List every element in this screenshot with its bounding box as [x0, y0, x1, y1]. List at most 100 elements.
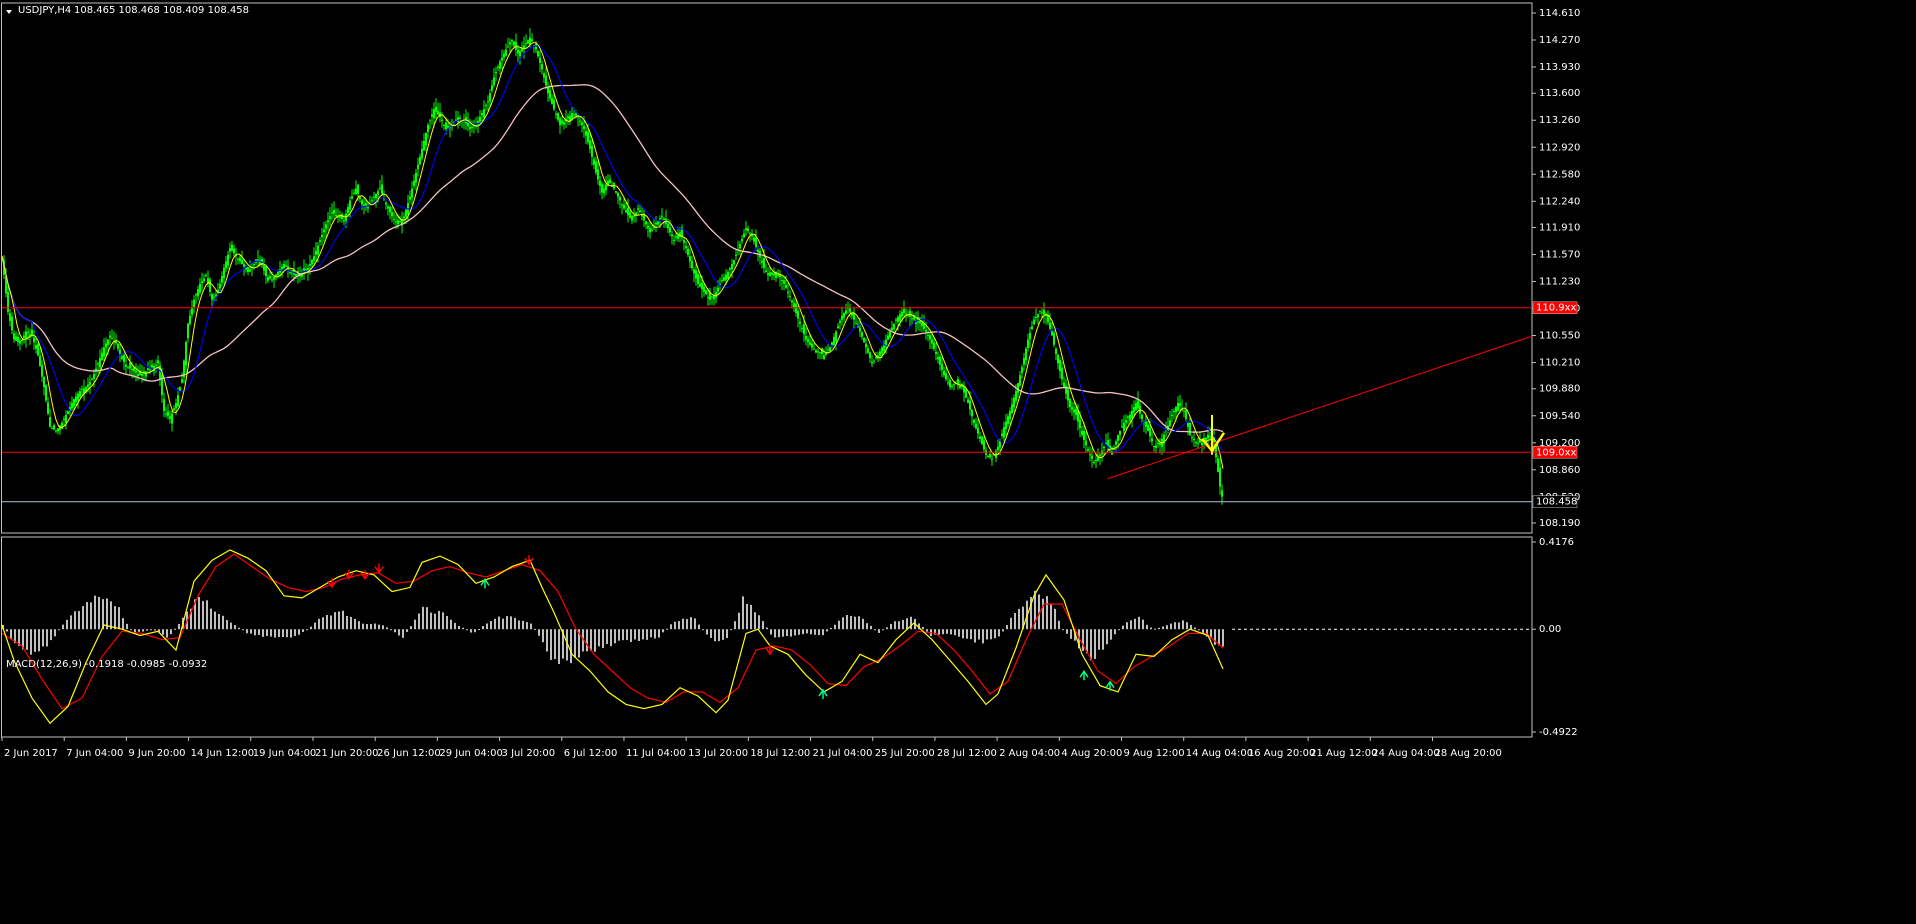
candle-body: [1099, 454, 1101, 457]
candle-body: [63, 418, 65, 420]
candle-body: [983, 440, 985, 450]
macd-tick-label: 0.4176: [1539, 537, 1574, 548]
candle-body: [347, 207, 349, 214]
candle-body: [269, 276, 271, 279]
histogram-bar: [226, 620, 228, 630]
candle-body: [721, 279, 723, 281]
candle-body: [327, 220, 329, 223]
histogram-bar: [402, 629, 404, 638]
candle-body: [209, 279, 211, 292]
candle-body: [377, 191, 379, 195]
candle-body: [1017, 383, 1019, 393]
histogram-bar: [1066, 629, 1068, 634]
candle-body: [933, 342, 935, 349]
candle-body: [743, 233, 745, 238]
histogram-bar: [570, 629, 572, 664]
candle-body: [107, 339, 109, 345]
histogram-bar: [410, 626, 412, 630]
histogram-bar: [986, 629, 988, 640]
histogram-bar: [458, 625, 460, 630]
candle-body: [733, 260, 735, 265]
histogram-bar: [950, 629, 952, 635]
candle-body: [1175, 407, 1177, 413]
histogram-bar: [834, 624, 836, 630]
candle-body: [15, 336, 17, 341]
candle-body: [181, 379, 183, 383]
histogram-bar: [518, 620, 520, 630]
histogram-bar: [858, 616, 860, 630]
candle-body: [517, 49, 519, 54]
histogram-bar: [286, 629, 288, 638]
candle-body: [1053, 333, 1055, 345]
candle-body: [835, 331, 837, 342]
candle-body: [121, 356, 123, 360]
candle-body: [1089, 454, 1091, 456]
candle-body: [81, 388, 83, 390]
candle-body: [541, 64, 543, 70]
candle-body: [943, 370, 945, 376]
histogram-bar: [406, 629, 408, 632]
chart-canvas[interactable]: 114.610 114.270 113.930 113.600 113.260 112.9…: [0, 0, 1916, 924]
candle-body: [89, 381, 91, 386]
candle-body: [219, 283, 221, 289]
candle-body: [195, 294, 197, 296]
histogram-bar: [758, 615, 760, 630]
price-tag-label: 110.9xx: [1536, 303, 1577, 314]
histogram-bar: [70, 615, 72, 630]
candle-body: [263, 264, 265, 271]
histogram-bar: [778, 629, 780, 638]
candle-body: [1023, 358, 1025, 365]
candle-body: [739, 244, 741, 249]
candle-body: [213, 296, 215, 298]
candle-body: [41, 365, 43, 377]
ohlc-readout: 108.465 108.468 108.409 108.458: [74, 5, 249, 16]
candle-body: [511, 40, 513, 42]
candle-body: [803, 324, 805, 335]
histogram-bar: [446, 615, 448, 630]
candle-body: [323, 229, 325, 233]
histogram-bar: [114, 606, 116, 630]
histogram-bar: [814, 629, 816, 635]
candle-body: [687, 248, 689, 255]
histogram-bar: [634, 629, 636, 640]
candle-body: [167, 411, 169, 417]
candle-body: [623, 204, 625, 209]
time-tick-label: 24 Aug 04:00: [1372, 748, 1439, 759]
candle-body: [143, 371, 145, 373]
histogram-bar: [198, 596, 200, 630]
candle-body: [627, 208, 629, 216]
candle-body: [329, 216, 331, 219]
histogram-bar: [386, 627, 388, 630]
histogram-bar: [850, 615, 852, 630]
candle-body: [811, 343, 813, 348]
mt4-chart-window[interactable]: 114.610 114.270 113.930 113.600 113.260 112.9…: [0, 0, 1916, 924]
candle-body: [197, 289, 199, 297]
candle-body: [573, 114, 575, 116]
candle-body: [767, 273, 769, 276]
candle-body: [1185, 410, 1187, 419]
histogram-bar: [670, 624, 672, 630]
candle-body: [169, 416, 171, 419]
candle-body: [671, 234, 673, 237]
candle-body: [1147, 424, 1149, 431]
histogram-bar: [298, 629, 300, 635]
candle-body: [373, 196, 375, 198]
candle-body: [1029, 332, 1031, 340]
candle-body: [649, 228, 651, 233]
candle-body: [939, 356, 941, 365]
histogram-bar: [62, 624, 64, 630]
candle-body: [953, 384, 955, 386]
histogram-bar: [6, 629, 8, 632]
histogram-bar: [94, 595, 96, 630]
histogram-bar: [494, 618, 496, 630]
candle-body: [1221, 490, 1223, 497]
histogram-bar: [338, 611, 340, 630]
candle-body: [965, 388, 967, 398]
candle-body: [309, 264, 311, 266]
histogram-bar: [626, 629, 628, 641]
candle-body: [489, 93, 491, 102]
histogram-bar: [830, 627, 832, 630]
price-tick-label: 111.910: [1539, 222, 1580, 233]
candle-body: [359, 196, 361, 200]
histogram-bar: [1138, 616, 1140, 630]
